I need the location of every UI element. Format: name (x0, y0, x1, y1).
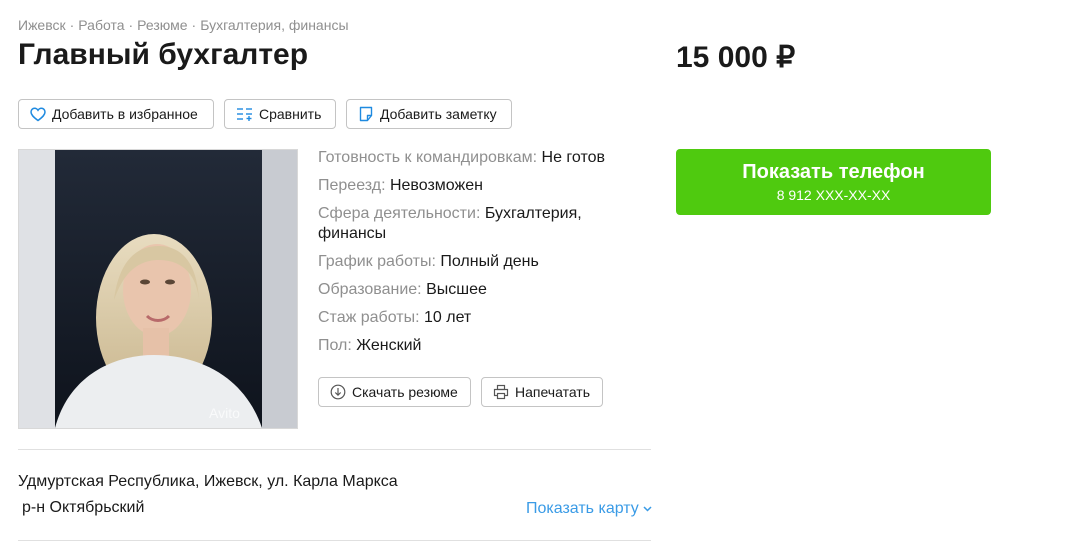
param-value: Невозможен (389, 177, 483, 194)
param-row-gender: Пол: Женский (318, 336, 618, 356)
heart-icon (30, 107, 46, 122)
note-icon (358, 106, 374, 122)
param-row-schedule: График работы: Полный день (318, 252, 618, 272)
param-value: 10 лет (423, 309, 472, 326)
address-text: Удмуртская Республика, Ижевск, ул. Карла… (18, 473, 398, 490)
breadcrumb-separator: · (128, 17, 134, 33)
add-note-label: Добавить заметку (380, 106, 497, 122)
breadcrumb-item-category[interactable]: Бухгалтерия, финансы (200, 17, 348, 33)
param-value: Не готов (541, 149, 605, 166)
param-row-relocation: Переезд: Невозможен (318, 176, 618, 196)
download-resume-button[interactable]: Скачать резюме (318, 377, 471, 407)
breadcrumb-separator: · (191, 17, 197, 33)
download-icon (330, 384, 346, 400)
add-to-favorites-button[interactable]: Добавить в избранное (18, 99, 214, 129)
compare-label: Сравнить (259, 106, 322, 122)
chevron-down-icon (643, 506, 652, 512)
page-title: Главный бухгалтер (18, 38, 309, 71)
param-key: Сфера деятельности: (318, 205, 481, 222)
param-key: Переезд: (318, 177, 386, 194)
print-icon (493, 384, 509, 400)
param-row-field: Сфера деятельности: Бухгалтерия, финансы (318, 204, 618, 244)
param-value: Высшее (426, 281, 487, 298)
show-phone-label: Показать телефон (742, 161, 925, 183)
param-value: Полный день (440, 253, 539, 270)
divider-top (18, 449, 651, 450)
add-to-favorites-label: Добавить в избранное (52, 106, 198, 122)
breadcrumb-separator: · (69, 17, 75, 33)
show-map-label: Показать карту (526, 500, 639, 517)
param-row-experience: Стаж работы: 10 лет (318, 308, 618, 328)
param-value: Женский (356, 337, 422, 354)
breadcrumb: Ижевск · Работа · Резюме · Бухгалтерия, финанс… (18, 17, 349, 33)
show-map-link[interactable]: Показать карту (526, 500, 652, 518)
param-key: Готовность к командировкам: (318, 149, 538, 166)
print-label: Напечатать (515, 384, 591, 400)
divider-bottom (18, 540, 651, 541)
param-row-business-trips: Готовность к командировкам: Не готов (318, 148, 618, 168)
add-note-button[interactable]: Добавить заметку (346, 99, 512, 129)
resume-params: Готовность к командировкам: Не готов Пер… (318, 148, 618, 364)
param-row-education: Образование: Высшее (318, 280, 618, 300)
salary-price: 15 000 ₽ (676, 41, 796, 74)
param-key: Стаж работы: (318, 309, 420, 326)
candidate-photo[interactable]: Avito (18, 149, 298, 429)
param-key: Пол: (318, 337, 352, 354)
photo-watermark: Avito (209, 405, 240, 421)
param-key: Образование: (318, 281, 422, 298)
breadcrumb-item-resumes[interactable]: Резюме (137, 17, 187, 33)
breadcrumb-item-city[interactable]: Ижевск (18, 17, 66, 33)
compare-icon (236, 107, 253, 121)
print-button[interactable]: Напечатать (481, 377, 603, 407)
download-resume-label: Скачать резюме (352, 384, 458, 400)
param-key: График работы: (318, 253, 436, 270)
breadcrumb-item-jobs[interactable]: Работа (78, 17, 124, 33)
district-text: р-н Октябрьский (22, 499, 145, 516)
compare-button[interactable]: Сравнить (224, 99, 336, 129)
show-phone-button[interactable]: Показать телефон 8 912 XXX-XX-XX (676, 149, 991, 215)
masked-phone-number: 8 912 XXX-XX-XX (776, 187, 891, 203)
